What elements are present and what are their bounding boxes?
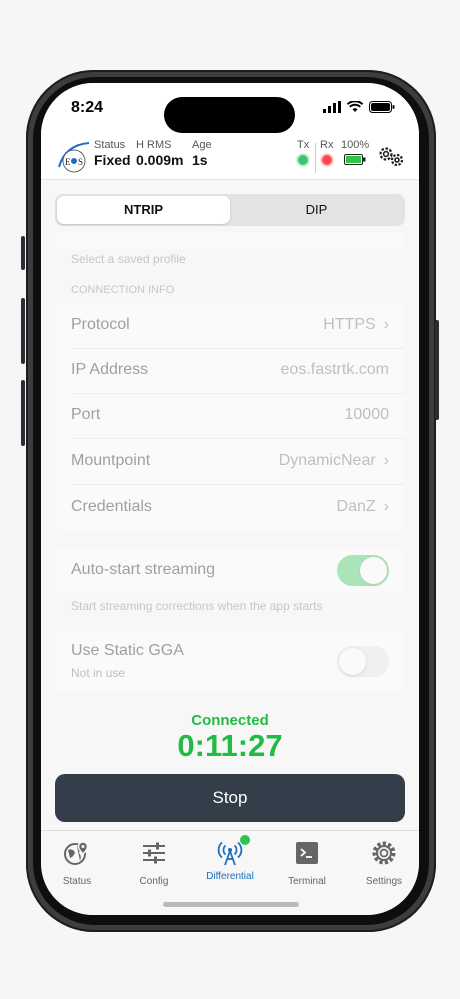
profile-caption: Select a saved profile (71, 252, 186, 266)
home-indicator (163, 902, 299, 907)
segment-dip[interactable]: DIP (230, 196, 403, 224)
port-row[interactable]: Port 10000 (55, 393, 405, 438)
auto-start-toggle[interactable] (337, 555, 389, 586)
chevron-right-icon: › (383, 316, 389, 333)
volume-up-button (21, 298, 25, 364)
tx-rx-divider (315, 143, 316, 173)
battery-percent: 100% (341, 139, 370, 151)
mountpoint-value: DynamicNear (278, 452, 376, 469)
mountpoint-row[interactable]: Mountpoint DynamicNear › (55, 439, 405, 484)
screen: 8:24 E S Status Fixed H RMS 0.009m Age 1… (41, 83, 419, 915)
credentials-value: DanZ (336, 498, 376, 515)
mute-switch (21, 236, 25, 270)
chevron-right-icon: › (383, 498, 389, 515)
protocol-value: HTTPS (323, 316, 376, 333)
segment-ntrip[interactable]: NTRIP (57, 196, 230, 224)
rx-label: Rx (320, 139, 334, 151)
tab-settings[interactable]: Settings (349, 839, 419, 887)
profile-picker[interactable] (55, 233, 405, 249)
tab-status[interactable]: Status (42, 839, 112, 887)
auto-start-caption: Start streaming corrections when the app… (71, 599, 323, 613)
chevron-right-icon: › (383, 452, 389, 469)
ip-address-label: IP Address (71, 361, 149, 378)
eos-logo: E S (58, 142, 90, 173)
connected-dot-badge (240, 835, 250, 845)
device-battery-icon (344, 154, 366, 165)
credentials-label: Credentials (71, 498, 152, 515)
svg-text:E: E (65, 157, 71, 167)
tab-config[interactable]: Config (119, 839, 189, 887)
tab-label: Config (139, 876, 169, 887)
static-gga-sublabel: Not in use (71, 666, 126, 680)
port-label: Port (71, 406, 101, 423)
stop-button[interactable]: Stop (55, 774, 405, 822)
sliders-icon (143, 842, 165, 864)
globe-pin-icon (64, 841, 89, 865)
tab-label: Terminal (288, 876, 326, 887)
mountpoint-label: Mountpoint (71, 452, 151, 469)
gear-icon (372, 841, 396, 865)
terminal-icon (296, 842, 318, 864)
tab-bar: Status Config Differential Terminal Sett… (41, 830, 419, 915)
protocol-row[interactable]: Protocol HTTPS › (55, 303, 405, 348)
ios-status-bar: 8:24 (41, 83, 419, 135)
gnss-status-header: E S Status Fixed H RMS 0.009m Age 1s Tx … (41, 135, 419, 180)
age-value: 1s (192, 152, 208, 168)
svg-text:S: S (78, 157, 83, 167)
volume-down-button (21, 380, 25, 446)
port-value: 10000 (344, 406, 390, 423)
rx-indicator (321, 155, 332, 165)
connection-info-card: Protocol HTTPS › IP Address eos.fastrtk.c… (55, 303, 405, 530)
toggle-knob (360, 557, 387, 584)
tab-label: Status (62, 876, 92, 887)
connection-info-header: CONNECTION INFO (71, 284, 175, 296)
static-gga-toggle[interactable] (337, 646, 389, 677)
tab-differential[interactable]: Differential (195, 835, 265, 882)
auto-start-card: Auto-start streaming (55, 547, 405, 593)
dynamic-island (164, 97, 295, 133)
battery-icon (369, 101, 395, 113)
static-gga-card: Use Static GGA Not in use (55, 631, 405, 692)
connection-elapsed-time: 0:11:27 (177, 728, 283, 763)
clock: 8:24 (71, 99, 104, 116)
tab-label: Settings (365, 876, 403, 887)
ip-address-value: eos.fastrtk.com (280, 361, 389, 378)
connection-status: Connected (191, 712, 269, 729)
status-label: Status (94, 139, 126, 151)
device-settings-icon[interactable] (377, 145, 405, 169)
antenna-icon (217, 841, 243, 866)
tab-label: Differential (206, 871, 254, 882)
toggle-knob (339, 648, 366, 675)
mode-segmented-control: NTRIP DIP (55, 194, 405, 226)
hrms-label: H RMS (136, 139, 172, 151)
status-value: Fixed (94, 152, 131, 168)
auto-start-label: Auto-start streaming (71, 561, 216, 578)
cellular-signal-icon (323, 101, 341, 113)
protocol-label: Protocol (71, 316, 130, 333)
wifi-icon (347, 101, 363, 112)
tab-terminal[interactable]: Terminal (272, 839, 342, 887)
hrms-value: 0.009m (136, 152, 184, 168)
tx-label: Tx (297, 139, 310, 151)
static-gga-label: Use Static GGA (71, 642, 184, 659)
credentials-row[interactable]: Credentials DanZ › (55, 485, 405, 530)
status-icons (323, 101, 395, 113)
age-label: Age (192, 139, 212, 151)
power-button (435, 320, 439, 420)
tx-indicator (298, 155, 309, 165)
ip-address-row[interactable]: IP Address eos.fastrtk.com (55, 348, 405, 393)
